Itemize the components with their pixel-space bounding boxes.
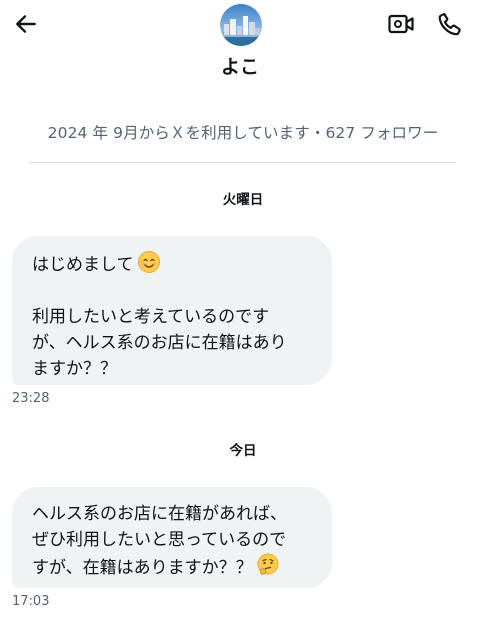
message-line: ヘルス系のお店に在籍があれば、 [32,504,287,524]
day-separator: 火曜日 [222,192,264,208]
voice-call-button[interactable] [433,7,467,41]
conversation-user-name[interactable]: よこ [0,52,480,79]
message-line: が、ヘルス系のお店に在籍はあり [32,333,287,353]
message-bubble[interactable]: ヘルス系のお店に在籍があれば、 ぜひ利用したいと思っているので すが、在籍はあり… [12,487,332,588]
conversation-header: よこ [0,0,480,100]
message-line: ますか？？ [32,359,117,379]
message-line: すが、在籍はありますか？？ [32,553,316,585]
message-line: 利用したいと考えているのです [32,307,270,327]
message-bubble[interactable]: はじめまして 利用したいと考えているのです が、ヘルス系のお店に在籍はあり ます… [12,236,332,385]
video-call-icon [388,14,414,34]
smiling-face-emoji [137,250,161,282]
avatar[interactable] [220,4,262,46]
arrow-left-icon [16,15,36,33]
thinking-face-emoji [256,553,280,585]
message-line: はじめまして [32,250,316,282]
divider [30,162,456,163]
day-separator: 今日 [229,443,257,459]
video-call-button[interactable] [385,9,417,39]
phone-icon [438,12,461,36]
message-timestamp: 17:03 [12,594,50,609]
message-timestamp: 23:28 [12,391,50,406]
city-skyline-avatar [220,4,262,46]
message-line: ぜひ利用したいと思っているので [32,530,287,550]
back-button[interactable] [10,8,42,40]
profile-info: 2024 年 9月からＸを利用しています・627 フォロワー [47,124,439,142]
